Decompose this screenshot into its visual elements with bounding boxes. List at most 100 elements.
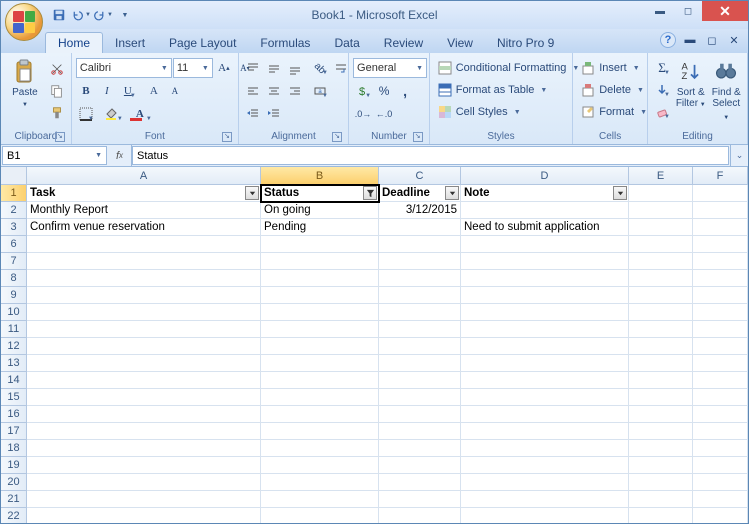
- find-select-button[interactable]: Find & Select ▼: [710, 55, 744, 124]
- align-right[interactable]: [285, 81, 305, 101]
- close-button[interactable]: ✕: [702, 1, 748, 21]
- mdi-close[interactable]: ✕: [726, 32, 742, 48]
- cell-a3[interactable]: Confirm venue reservation: [27, 219, 261, 236]
- cell-e20[interactable]: [629, 474, 693, 491]
- insert-cells[interactable]: Insert▼: [577, 58, 643, 78]
- cell-a17[interactable]: [27, 423, 261, 440]
- formula-bar[interactable]: Status: [132, 146, 729, 165]
- row-header-6[interactable]: 6: [1, 236, 27, 253]
- cell-a22[interactable]: [27, 508, 261, 523]
- tab-page-layout[interactable]: Page Layout: [157, 33, 248, 53]
- mdi-minimize[interactable]: ▬: [682, 32, 698, 48]
- cell-f22[interactable]: [693, 508, 748, 523]
- cell-e8[interactable]: [629, 270, 693, 287]
- cell-b8[interactable]: [261, 270, 379, 287]
- number-format-combo[interactable]: General▼: [353, 58, 427, 78]
- cell-d7[interactable]: [461, 253, 629, 270]
- underline-button[interactable]: U▼: [118, 81, 138, 101]
- cell-d20[interactable]: [461, 474, 629, 491]
- cell-c13[interactable]: [379, 355, 461, 372]
- grow-font-button[interactable]: A▴: [214, 58, 234, 78]
- cell-e18[interactable]: [629, 440, 693, 457]
- cell-c6[interactable]: [379, 236, 461, 253]
- tab-data[interactable]: Data: [322, 33, 371, 53]
- tab-view[interactable]: View: [435, 33, 485, 53]
- formula-bar-expand[interactable]: ⌄: [730, 145, 748, 166]
- cell-c7[interactable]: [379, 253, 461, 270]
- wrap-text-button[interactable]: [331, 58, 351, 78]
- cell-d21[interactable]: [461, 491, 629, 508]
- cell-b21[interactable]: [261, 491, 379, 508]
- cell-c22[interactable]: [379, 508, 461, 523]
- cell-e6[interactable]: [629, 236, 693, 253]
- maximize-button[interactable]: ◻: [674, 1, 702, 21]
- row-header-8[interactable]: 8: [1, 270, 27, 287]
- cell-a8[interactable]: [27, 270, 261, 287]
- filter-dropdown-icon[interactable]: [445, 186, 459, 200]
- cell-b20[interactable]: [261, 474, 379, 491]
- align-left[interactable]: [243, 81, 263, 101]
- cell-c8[interactable]: [379, 270, 461, 287]
- cell-f18[interactable]: [693, 440, 748, 457]
- increase-decimal[interactable]: .0→: [353, 104, 373, 124]
- cell-e14[interactable]: [629, 372, 693, 389]
- filter-dropdown-icon[interactable]: [613, 186, 627, 200]
- cell-a21[interactable]: [27, 491, 261, 508]
- cell-d17[interactable]: [461, 423, 629, 440]
- worksheet-grid[interactable]: A B C D E F 1236789101112131415161718192…: [1, 167, 748, 523]
- cell-f21[interactable]: [693, 491, 748, 508]
- cell-b10[interactable]: [261, 304, 379, 321]
- row-header-10[interactable]: 10: [1, 304, 27, 321]
- row-header-7[interactable]: 7: [1, 253, 27, 270]
- cell-e3[interactable]: [629, 219, 693, 236]
- row-header-3[interactable]: 3: [1, 219, 27, 236]
- cell-f11[interactable]: [693, 321, 748, 338]
- mdi-restore[interactable]: ◻: [704, 32, 720, 48]
- conditional-formatting[interactable]: Conditional Formatting▼: [434, 58, 584, 78]
- format-painter-button[interactable]: [47, 103, 67, 123]
- cell-e16[interactable]: [629, 406, 693, 423]
- fill-button[interactable]: ▼: [652, 80, 672, 100]
- cell-d2[interactable]: [461, 202, 629, 219]
- cell-f16[interactable]: [693, 406, 748, 423]
- accounting-format[interactable]: $▼: [353, 81, 373, 101]
- row-header-17[interactable]: 17: [1, 423, 27, 440]
- tab-insert[interactable]: Insert: [103, 33, 157, 53]
- cell-d3[interactable]: Need to submit application: [461, 219, 629, 236]
- cell-f13[interactable]: [693, 355, 748, 372]
- insert-function-button[interactable]: fx: [108, 145, 132, 166]
- clipboard-launcher[interactable]: ↘: [55, 132, 65, 142]
- cell-a9[interactable]: [27, 287, 261, 304]
- cell-e22[interactable]: [629, 508, 693, 523]
- cell-f3[interactable]: [693, 219, 748, 236]
- cell-d11[interactable]: [461, 321, 629, 338]
- cell-a13[interactable]: [27, 355, 261, 372]
- align-top[interactable]: [243, 58, 263, 78]
- col-header-a[interactable]: A: [27, 167, 261, 185]
- cell-a16[interactable]: [27, 406, 261, 423]
- cell-a19[interactable]: [27, 457, 261, 474]
- cell-e1[interactable]: [629, 185, 693, 202]
- cell-b16[interactable]: [261, 406, 379, 423]
- row-header-14[interactable]: 14: [1, 372, 27, 389]
- number-launcher[interactable]: ↘: [413, 132, 423, 142]
- tab-review[interactable]: Review: [372, 33, 435, 53]
- increase-font-a[interactable]: A: [144, 81, 164, 101]
- cell-e13[interactable]: [629, 355, 693, 372]
- cell-f10[interactable]: [693, 304, 748, 321]
- fill-color-button[interactable]: ▼: [97, 104, 125, 124]
- col-header-d[interactable]: D: [461, 167, 629, 185]
- qat-undo[interactable]: ▼: [71, 5, 91, 25]
- autosum[interactable]: Σ▼: [652, 58, 672, 78]
- font-size-combo[interactable]: 11▼: [173, 58, 213, 78]
- cell-d13[interactable]: [461, 355, 629, 372]
- italic-button[interactable]: I: [97, 81, 117, 101]
- cell-a6[interactable]: [27, 236, 261, 253]
- delete-cells[interactable]: Delete▼: [577, 80, 648, 100]
- cell-e19[interactable]: [629, 457, 693, 474]
- row-header-18[interactable]: 18: [1, 440, 27, 457]
- col-header-c[interactable]: C: [379, 167, 461, 185]
- cell-b11[interactable]: [261, 321, 379, 338]
- cell-b13[interactable]: [261, 355, 379, 372]
- row-header-11[interactable]: 11: [1, 321, 27, 338]
